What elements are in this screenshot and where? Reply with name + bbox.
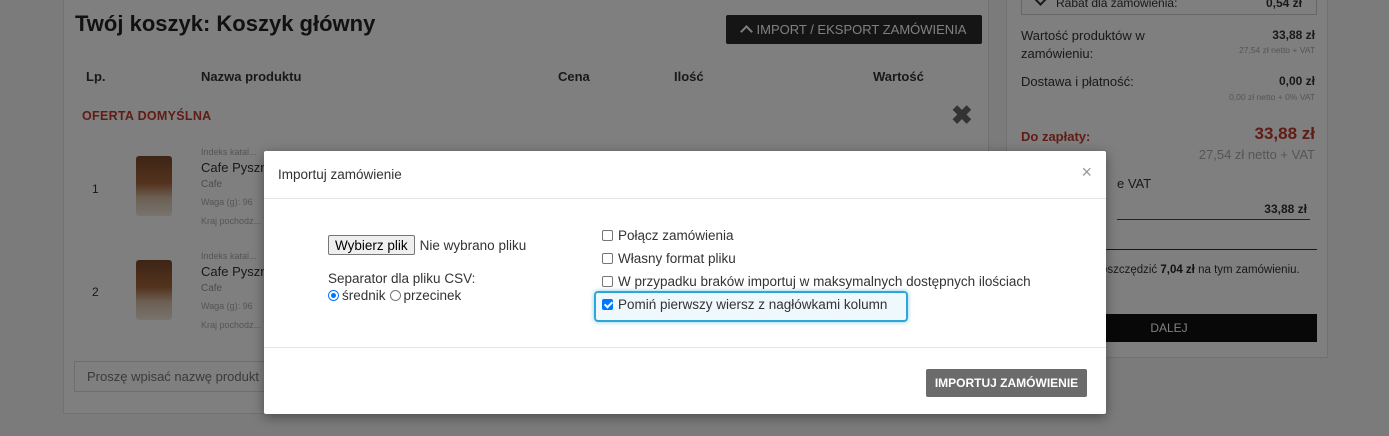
checkbox-shortage-max[interactable] xyxy=(602,276,613,287)
import-order-button[interactable]: IMPORTUJ ZAMÓWIENIE xyxy=(926,369,1087,397)
option-own-format[interactable]: Własny format pliku xyxy=(602,251,736,266)
close-icon[interactable]: × xyxy=(1081,163,1092,181)
option-shortage-max-label[interactable]: W przypadku braków importuj w maksymalny… xyxy=(618,274,1031,289)
option-own-format-label[interactable]: Własny format pliku xyxy=(618,251,736,266)
radio-semicolon[interactable] xyxy=(328,290,339,301)
checkbox-own-format[interactable] xyxy=(602,253,613,264)
import-order-modal: Importuj zamówienie × Wybierz plik Nie w… xyxy=(264,151,1106,414)
option-merge-orders-label[interactable]: Połącz zamówienia xyxy=(618,228,734,243)
radio-comma-label[interactable]: przecinek xyxy=(404,288,462,303)
modal-header: Importuj zamówienie × xyxy=(264,151,1106,199)
file-picker: Wybierz plik Nie wybrano pliku xyxy=(328,235,526,255)
option-shortage-max[interactable]: W przypadku braków importuj w maksymalny… xyxy=(602,274,1031,289)
checkbox-merge-orders[interactable] xyxy=(602,230,613,241)
csv-separator-options: średnik przecinek xyxy=(328,288,461,303)
radio-semicolon-label[interactable]: średnik xyxy=(342,288,386,303)
modal-footer: IMPORTUJ ZAMÓWIENIE xyxy=(264,347,1106,414)
csv-separator-label: Separator dla pliku CSV: xyxy=(328,271,476,286)
modal-title: Importuj zamówienie xyxy=(278,167,402,182)
option-merge-orders[interactable]: Połącz zamówienia xyxy=(602,228,734,243)
radio-comma[interactable] xyxy=(389,290,401,301)
checkbox-skip-header[interactable] xyxy=(602,299,613,310)
file-status: Nie wybrano pliku xyxy=(419,237,527,253)
option-skip-header[interactable]: Pomiń pierwszy wiersz z nagłówkami kolum… xyxy=(602,297,887,312)
choose-file-button[interactable]: Wybierz plik xyxy=(328,235,415,255)
option-skip-header-label[interactable]: Pomiń pierwszy wiersz z nagłówkami kolum… xyxy=(618,297,887,312)
